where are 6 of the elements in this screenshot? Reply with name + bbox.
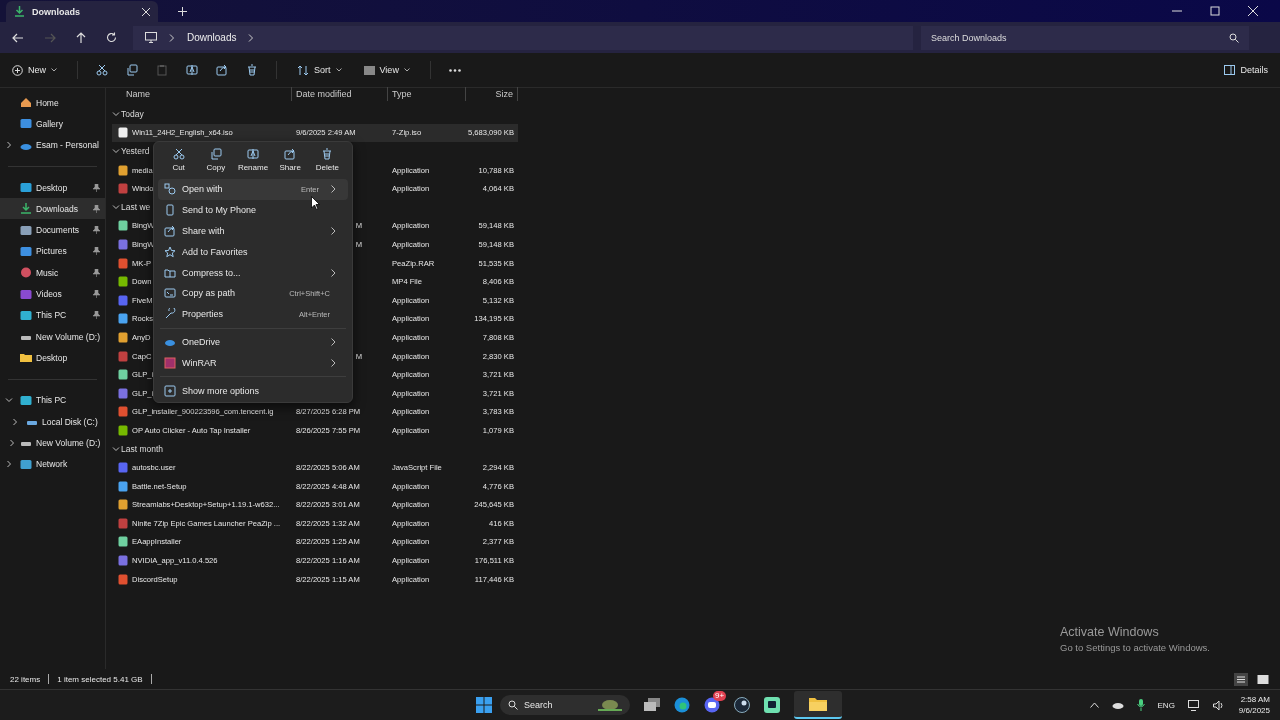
item-count: 22 items <box>10 674 41 684</box>
activation-title: Activate Windows <box>1060 625 1160 639</box>
activation-message: Go to Settings to activate Windows. <box>1060 642 1210 653</box>
tab-title: Downloads <box>32 6 81 17</box>
notification-badge: 9+ <box>713 691 727 701</box>
selection-info: 1 item selected 5.41 GB <box>57 674 143 684</box>
